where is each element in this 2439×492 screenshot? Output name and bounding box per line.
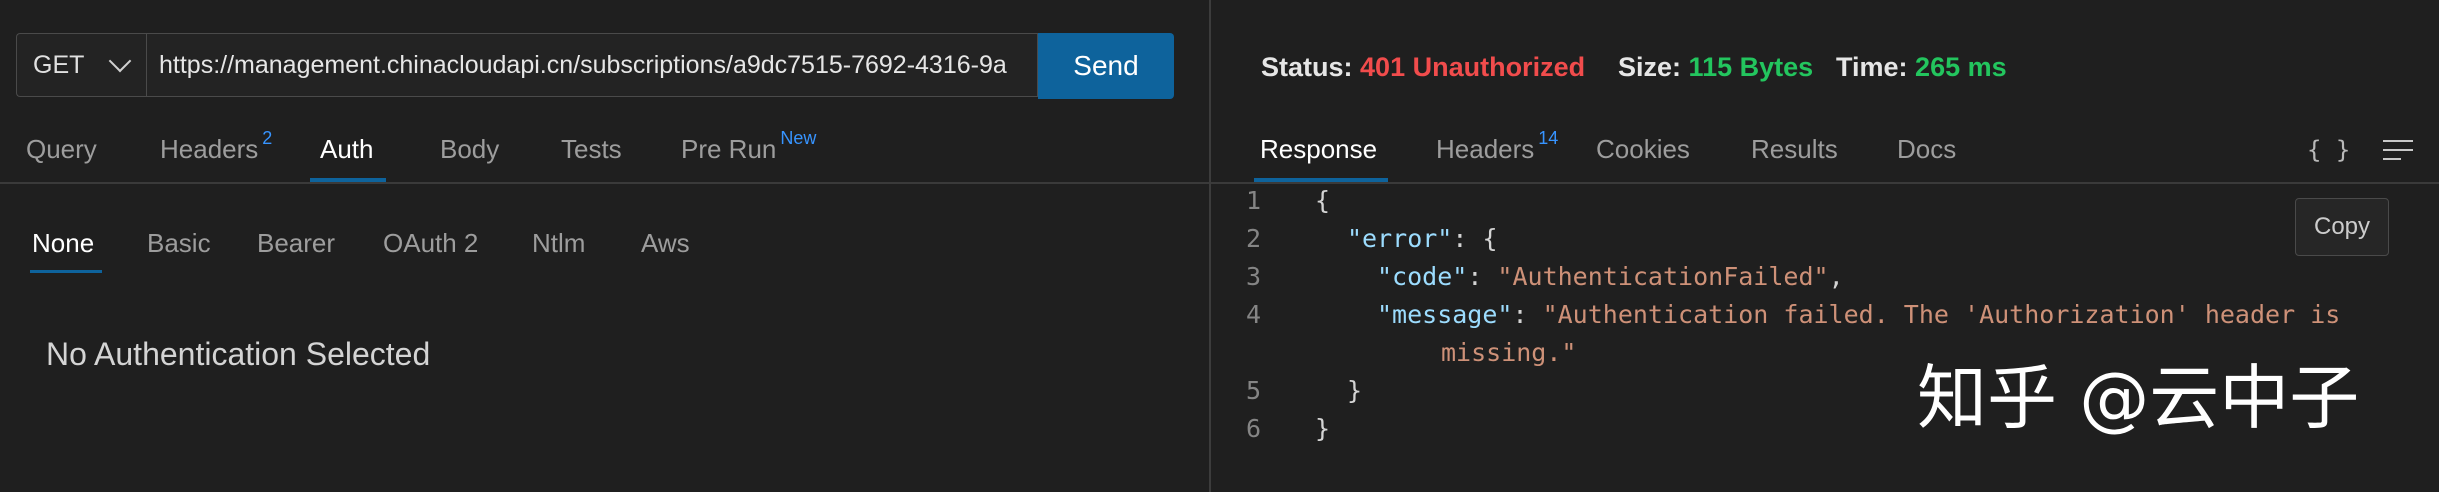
auth-tab-aws[interactable]: Aws: [641, 228, 690, 259]
json-string: "Authentication failed. The 'Authorizati…: [1542, 300, 2341, 329]
active-auth-indicator: [30, 270, 102, 273]
json-punct: : {: [1452, 224, 1498, 253]
auth-type-tabs: None Basic Bearer OAuth 2 Ntlm Aws: [0, 210, 1209, 276]
tab-label: Query: [26, 134, 97, 164]
json-key: "message": [1377, 300, 1513, 329]
line-number: 4: [1245, 300, 1261, 329]
response-tabs: Response Headers 14 Cookies Results Docs …: [1211, 118, 2439, 184]
tab-results[interactable]: Results: [1751, 134, 1838, 165]
chevron-down-icon: [108, 49, 132, 73]
tab-tests[interactable]: Tests: [561, 134, 622, 165]
size-label: Size:: [1618, 52, 1682, 82]
status-value: 401 Unauthorized: [1360, 52, 1586, 82]
code-text: "code": "AuthenticationFailed",: [1377, 262, 1844, 291]
braces-icon[interactable]: { }: [2307, 136, 2350, 164]
url-bar: GET https://management.chinacloudapi.cn/…: [16, 33, 1174, 99]
tab-label: Headers: [160, 134, 259, 164]
copy-button[interactable]: Copy: [2295, 198, 2389, 256]
tab-label: Headers: [1436, 134, 1535, 164]
json-string: missing.": [1441, 338, 1577, 367]
tab-label: Response: [1260, 134, 1378, 164]
tab-label: Pre Run: [681, 134, 777, 164]
new-badge: New: [780, 128, 817, 148]
auth-tab-ntlm[interactable]: Ntlm: [532, 228, 585, 259]
auth-tab-basic[interactable]: Basic: [147, 228, 211, 259]
tab-body[interactable]: Body: [440, 134, 499, 165]
url-input[interactable]: https://management.chinacloudapi.cn/subs…: [146, 33, 1038, 97]
wrap-lines-icon[interactable]: [2383, 140, 2413, 162]
active-response-tab-indicator: [1254, 178, 1388, 182]
line-number: 6: [1245, 414, 1261, 443]
tab-response[interactable]: Response: [1260, 134, 1377, 165]
auth-tab-oauth2[interactable]: OAuth 2: [383, 228, 478, 259]
headers-count-badge: 2: [262, 128, 273, 148]
tab-response-headers[interactable]: Headers 14: [1436, 128, 1558, 165]
code-text: "error": {: [1347, 224, 1498, 253]
tab-label: Cookies: [1596, 134, 1690, 164]
tab-label: Results: [1751, 134, 1838, 164]
tab-label: Body: [440, 134, 500, 164]
status-label: Status:: [1261, 52, 1353, 82]
size-field: Size: 115 Bytes: [1618, 52, 1813, 83]
send-button[interactable]: Send: [1038, 33, 1174, 99]
line-number: 5: [1245, 376, 1261, 405]
request-panel: GET https://management.chinacloudapi.cn/…: [0, 0, 1209, 492]
tab-pre-run[interactable]: Pre Run New: [681, 128, 816, 165]
status-field: Status: 401 Unauthorized: [1261, 52, 1585, 83]
code-text: {: [1315, 186, 1331, 215]
json-punct: :: [1467, 262, 1498, 291]
size-value: 115 Bytes: [1688, 52, 1814, 82]
tab-docs[interactable]: Docs: [1897, 134, 1956, 165]
response-panel: Status: 401 Unauthorized Size: 115 Bytes…: [1211, 0, 2439, 492]
line-number: 3: [1245, 262, 1261, 291]
tab-query[interactable]: Query: [26, 134, 97, 165]
json-string: "AuthenticationFailed": [1497, 262, 1829, 291]
code-text: }: [1347, 376, 1363, 405]
json-key: "error": [1347, 224, 1453, 253]
tab-cookies[interactable]: Cookies: [1596, 134, 1690, 165]
code-text: "message": "Authentication failed. The '…: [1377, 300, 2340, 329]
active-tab-indicator: [310, 178, 386, 182]
tab-label: Tests: [561, 134, 622, 164]
watermark: 知乎 @云中子: [1917, 357, 2360, 439]
request-tabs: Query Headers 2 Auth Body Tests Pre Run Ne…: [0, 118, 1209, 184]
auth-tab-bearer[interactable]: Bearer: [257, 228, 335, 259]
method-value: GET: [33, 50, 85, 79]
auth-tab-none[interactable]: None: [32, 228, 94, 259]
time-value: 265 ms: [1915, 52, 2007, 82]
time-field: Time: 265 ms: [1836, 52, 2007, 83]
code-text: }: [1315, 414, 1331, 443]
json-key: "code": [1377, 262, 1468, 291]
tab-label: Auth: [320, 134, 374, 164]
json-punct: ,: [1828, 262, 1844, 291]
headers-count-badge: 14: [1538, 128, 1559, 148]
line-number: 2: [1245, 224, 1261, 253]
time-label: Time:: [1836, 52, 1908, 82]
line-number: 1: [1245, 186, 1261, 215]
json-punct: :: [1512, 300, 1543, 329]
tab-headers[interactable]: Headers 2: [160, 128, 272, 165]
auth-message: No Authentication Selected: [46, 336, 431, 372]
method-select[interactable]: GET: [16, 33, 146, 97]
tab-label: Docs: [1897, 134, 1957, 164]
tab-auth[interactable]: Auth: [320, 134, 374, 165]
